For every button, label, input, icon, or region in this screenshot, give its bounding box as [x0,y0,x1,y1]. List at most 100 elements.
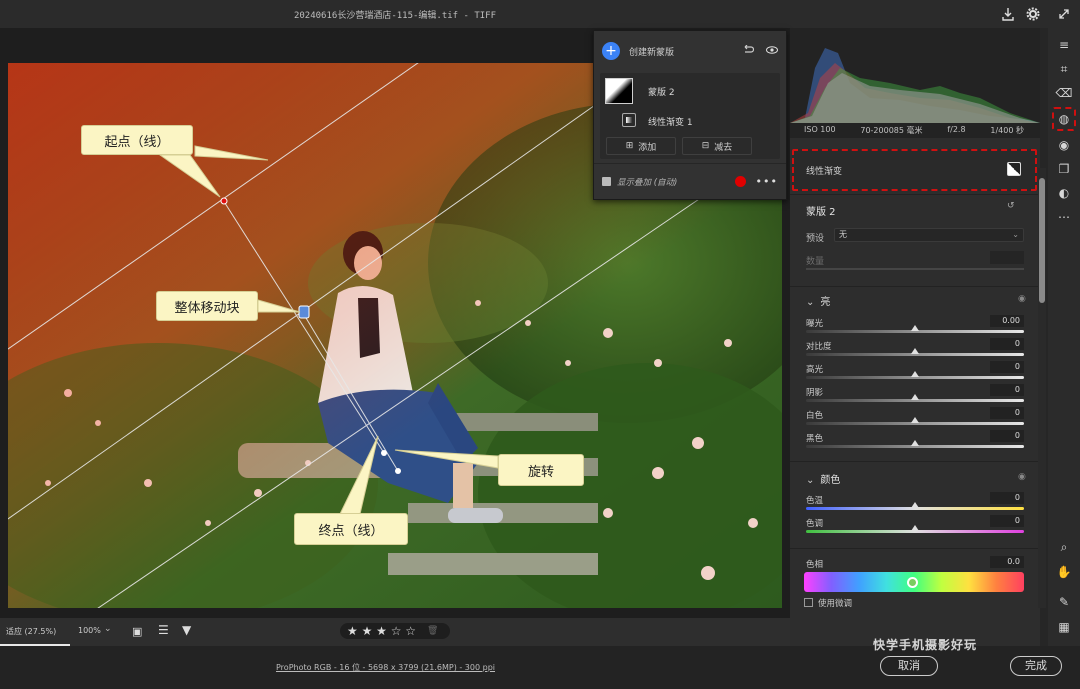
zoom-fit-button[interactable]: 适应 (27.5%) [6,626,56,637]
slider-thumb[interactable] [911,325,919,331]
callout-end-point: 终点（线） [294,513,408,545]
eye-icon[interactable] [766,45,778,57]
lens-value: 70-200085 毫米 [860,126,923,135]
add-mask-label: 添加 [638,142,657,153]
edit-sliders-icon[interactable]: ≡ [1055,36,1073,54]
gear-icon[interactable] [1025,6,1041,22]
masks-panel: + 创建新蒙版 蒙版 2 线性渐变 1 ⊞ 添加 ⊟ 减去 显示叠加 (自动) … [593,30,787,200]
more-icon[interactable]: ⋯ [1055,208,1073,226]
title-bar: 20240616长沙营瑞酒店-115-编辑.tif - TIFF [0,0,1080,28]
histogram-info: ISO 100 70-200085 毫米 f/2.8 1/400 秒 [804,125,1024,136]
mask-item-name[interactable]: 蒙版 2 [648,85,675,98]
zoom-dropdown-chevron-icon[interactable]: ⌄ [104,624,112,634]
subtract-mask-button[interactable]: ⊟ 减去 [682,137,752,155]
slider-row: 色温 0 [806,492,1024,516]
preset-select[interactable]: 无 ⌄ [834,228,1024,242]
panel-scroll-thumb[interactable] [1039,178,1045,303]
divider [790,461,1040,462]
amount-field[interactable] [990,251,1024,264]
save-icon[interactable] [1000,6,1016,22]
slider-thumb[interactable] [911,371,919,377]
mask-panel-header: + 创建新蒙版 [594,31,786,71]
slider-thumb[interactable] [911,525,919,531]
compare-icon[interactable]: ▣ [132,625,142,638]
light-section-title: 亮 [820,297,831,308]
slider-thumb[interactable] [911,440,919,446]
zoom-100-button[interactable]: 100% [78,626,101,635]
slider-value-field[interactable]: 0 [990,430,1024,442]
trash-icon[interactable]: 🗑 [427,626,438,636]
eraser-icon[interactable]: ⌫ [1055,84,1073,102]
slider-thumb[interactable] [911,394,919,400]
filter-icon[interactable]: ▼ [182,623,191,637]
slider-row: 黑色 0 [806,430,1024,454]
linear-gradient-header[interactable]: 线性渐变 [792,149,1037,191]
slider-label: 曝光 [806,319,824,329]
slider-value-field[interactable]: 0 [990,492,1024,504]
sort-icon[interactable]: ☰ [158,623,169,637]
slider-value-field[interactable]: 0.00 [990,315,1024,327]
sampler-icon[interactable]: ✎ [1055,593,1073,611]
color-section-header[interactable]: ⌄ 颜色 [806,471,840,486]
fine-adjust-label: 使用微调 [818,599,853,609]
mask-thumbnail[interactable] [605,78,633,104]
mask-component-name[interactable]: 线性渐变 1 [648,115,693,128]
slider-row: 高光 0 [806,361,1024,385]
hand-icon[interactable]: ✋ [1055,563,1073,581]
zoom-icon[interactable]: ⌕ [1055,538,1073,556]
callout-start-point: 起点（线） [81,125,193,155]
color-section-title: 颜色 [820,475,841,486]
create-mask-button[interactable]: + [602,42,620,60]
undo-icon[interactable] [742,44,755,58]
workflow-options-link[interactable]: ProPhoto RGB - 16 位 - 5698 x 3799 (21.6M… [276,662,495,673]
slider-value-field[interactable]: 0 [990,515,1024,527]
histogram-graph [790,48,1040,123]
slider-row: 对比度 0 [806,338,1024,362]
amount-slider[interactable] [806,268,1024,270]
more-options-icon[interactable]: ••• [756,175,778,188]
cancel-button[interactable]: 取消 [880,656,938,676]
expand-icon[interactable] [1056,6,1072,22]
reset-icon[interactable]: ↺ [1007,201,1015,211]
slider-thumb[interactable] [911,417,919,423]
grid-icon[interactable]: ▦ [1055,618,1073,636]
show-overlay-checkbox[interactable] [602,177,611,186]
slider-thumb[interactable] [911,502,919,508]
slider-value-field[interactable]: 0 [990,384,1024,396]
eye-icon[interactable]: ◉ [1018,294,1026,304]
aperture-value: f/2.8 [947,125,966,134]
slider-label: 色温 [806,496,824,506]
slider-row: 白色 0 [806,407,1024,431]
star-rating[interactable]: ★ ★ ★ ☆ ☆ 🗑 [340,623,450,639]
add-mask-button[interactable]: ⊞ 添加 [606,137,676,155]
divider [790,194,1040,195]
mask-list: 蒙版 2 线性渐变 1 ⊞ 添加 ⊟ 减去 [600,73,780,159]
add-icon: ⊞ [625,141,634,151]
presets-icon[interactable]: ❐ [1055,160,1073,178]
invert-gradient-icon[interactable] [1007,162,1021,176]
callout-rotate: 旋转 [498,454,584,486]
red-eye-icon[interactable]: ◉ [1055,136,1073,154]
iso-value: ISO 100 [804,125,836,134]
slider-thumb[interactable] [911,348,919,354]
light-section-header[interactable]: ⌄ 亮 [806,293,830,308]
linear-gradient-icon [622,113,636,127]
chevron-down-icon: ⌄ [806,297,815,308]
hue-value-field[interactable]: 0.0 [990,556,1024,568]
fine-adjust-checkbox[interactable] [804,598,813,607]
slider-value-field[interactable]: 0 [990,338,1024,350]
slider-label: 高光 [806,365,824,375]
preset-value: 无 [839,230,847,239]
snapshots-icon[interactable]: ◐ [1055,184,1073,202]
crop-icon[interactable]: ⌗ [1055,60,1073,78]
done-button[interactable]: 完成 [1010,656,1062,676]
create-mask-label[interactable]: 创建新蒙版 [629,45,742,58]
slider-value-field[interactable]: 0 [990,407,1024,419]
slider-value-field[interactable]: 0 [990,361,1024,373]
hue-slider-knob[interactable] [907,577,918,588]
eye-icon[interactable]: ◉ [1018,472,1026,482]
mask-name-heading: 蒙版 2 [806,207,836,218]
slider-row: 曝光 0.00 [806,315,1024,339]
overlay-color-swatch[interactable] [734,176,746,187]
rating-stars[interactable]: ★ ★ ★ ☆ ☆ [347,624,416,638]
